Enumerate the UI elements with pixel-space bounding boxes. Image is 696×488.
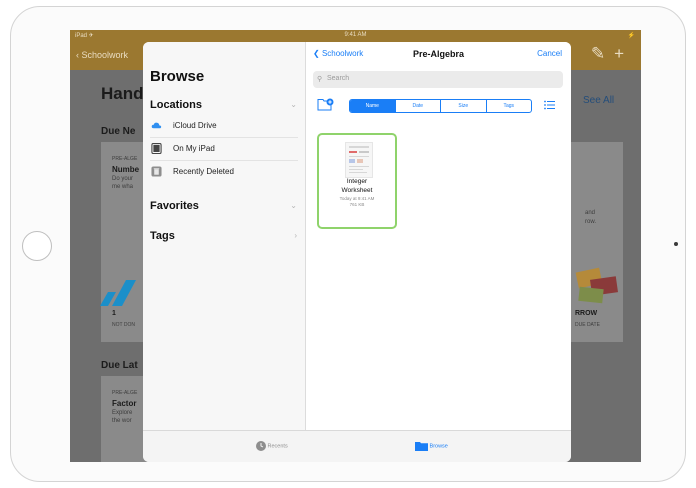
bg-card1-title: Numbe <box>112 165 140 174</box>
tab-recents-label: Recents <box>267 443 288 450</box>
bg-card2-tag: PRE-ALGE <box>112 390 138 396</box>
search-field[interactable]: ⚲ Search <box>313 71 563 88</box>
bg-card1-tag: PRE-ALGE <box>112 156 138 162</box>
tab-browse-label: Browse <box>429 443 448 450</box>
sort-tags[interactable]: Tags <box>485 100 532 112</box>
bg-right-title: RROW <box>575 310 598 317</box>
document-picker: Browse Locations ⌄ iCloud Drive On My iP… <box>143 42 571 462</box>
folder-icon <box>415 442 428 451</box>
file-meta: Today at 9:41 AM 761 KB <box>319 196 395 208</box>
compose-icon[interactable]: ✎ <box>591 44 614 63</box>
status-battery: ⚡ <box>627 33 635 39</box>
bg-card1-line2: me wha <box>112 184 134 190</box>
search-placeholder: Search <box>327 75 350 82</box>
file-item-integer-worksheet[interactable]: Integer Worksheet Today at 9:41 AM 761 K… <box>317 133 397 229</box>
bg-card1-num: 1 <box>112 310 116 317</box>
clock-icon <box>256 441 266 451</box>
bg-heading: Hand <box>101 84 144 103</box>
chevron-right-icon[interactable]: › <box>294 231 297 240</box>
tab-browse[interactable]: Browse <box>415 441 448 451</box>
tags-header[interactable]: Tags <box>150 230 175 242</box>
bg-due-later: Due Lat <box>101 360 138 371</box>
tab-bar: Recents Browse <box>143 430 571 462</box>
bg-see-all-link[interactable]: See All <box>583 95 614 106</box>
search-icon: ⚲ <box>317 76 323 83</box>
sort-size[interactable]: Size <box>440 100 486 112</box>
sort-name[interactable]: Name <box>350 100 395 112</box>
favorites-header[interactable]: Favorites <box>150 200 199 212</box>
ipad-screen: iPad ✈ 9:41 AM ⚡ ‹ Schoolwork ✎+ Hand Du… <box>70 30 641 462</box>
bg-card1-line1: Do your <box>112 176 134 182</box>
cancel-button[interactable]: Cancel <box>537 49 562 58</box>
bg-right-text2: row. <box>585 219 597 225</box>
location-icloud-drive[interactable]: iCloud Drive <box>150 115 298 138</box>
chevron-down-icon[interactable]: ⌄ <box>290 201 297 210</box>
bg-card1-sub: NOT DON <box>112 322 135 328</box>
camera-dot <box>674 242 678 246</box>
bg-cards-graphic <box>575 267 618 304</box>
browse-sidebar: Browse Locations ⌄ iCloud Drive On My iP… <box>143 42 306 430</box>
file-name: Integer Worksheet <box>319 177 395 195</box>
location-label: iCloud Drive <box>173 121 217 130</box>
list-view-icon[interactable] <box>544 100 555 110</box>
file-browser: ❮ Schoolwork Pre-Algebra Cancel ⚲ Search… <box>306 42 571 430</box>
status-bar: iPad ✈ 9:41 AM ⚡ <box>70 30 641 42</box>
bg-right-text1: and <box>585 210 596 216</box>
bg-card2-line2: the wor <box>112 418 132 424</box>
status-time: 9:41 AM <box>344 32 367 38</box>
new-folder-icon[interactable] <box>317 98 335 111</box>
bg-card2-title: Factor <box>112 399 137 408</box>
bg-card2-line1: Explore <box>112 410 133 416</box>
file-name-line1: Integer <box>346 178 368 185</box>
browse-title: Browse <box>150 68 205 85</box>
locations-header[interactable]: Locations <box>150 99 202 111</box>
home-button[interactable] <box>22 231 52 261</box>
file-size: 761 KB <box>349 202 365 207</box>
app-back-button[interactable]: ‹ Schoolwork <box>76 50 128 60</box>
bg-chart-graphic <box>100 280 136 306</box>
app-back-label: Schoolwork <box>81 50 129 60</box>
plus-icon[interactable]: + <box>614 44 633 63</box>
app-actions: ✎+ <box>591 44 633 64</box>
file-thumbnail <box>345 142 373 178</box>
sort-date[interactable]: Date <box>394 100 441 112</box>
trash-icon <box>151 166 162 177</box>
location-recently-deleted[interactable]: Recently Deleted <box>150 161 298 183</box>
chevron-down-icon[interactable]: ⌄ <box>290 100 297 109</box>
location-label: Recently Deleted <box>173 167 234 176</box>
ipad-icon <box>151 143 162 154</box>
sort-segmented-control[interactable]: Name Date Size Tags <box>349 99 532 113</box>
tab-recents[interactable]: Recents <box>256 441 288 451</box>
folder-title: Pre-Algebra <box>412 49 465 59</box>
bg-due-next: Due Ne <box>101 126 136 137</box>
file-name-line2: Worksheet <box>341 187 373 194</box>
location-on-my-ipad[interactable]: On My iPad <box>150 138 298 161</box>
location-label: On My iPad <box>173 144 215 153</box>
bg-right-sub: DUE DATE <box>575 322 600 328</box>
cloud-icon <box>151 122 162 129</box>
